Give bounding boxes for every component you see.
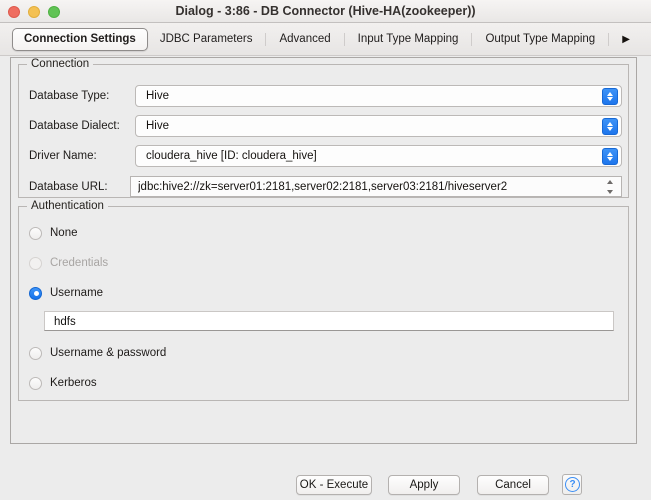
database-dialect-label: Database Dialect: bbox=[29, 120, 120, 132]
radio-button[interactable] bbox=[29, 376, 42, 390]
database-dialect-combobox[interactable]: Hive bbox=[135, 115, 622, 137]
chevron-updown-icon[interactable] bbox=[602, 88, 618, 105]
username-input[interactable]: hdfs bbox=[44, 311, 614, 331]
authentication-group: Authentication None Credentials Username… bbox=[18, 200, 629, 401]
radio-button[interactable] bbox=[29, 346, 42, 360]
tab-jdbc-parameters[interactable]: JDBC Parameters bbox=[148, 28, 265, 51]
radio-label: Credentials bbox=[50, 257, 109, 269]
radio-option-username[interactable]: Username bbox=[29, 283, 103, 303]
dialog-window: Dialog - 3:86 - DB Connector (Hive-HA(zo… bbox=[0, 0, 651, 500]
database-url-input[interactable]: jdbc:hive2://zk=server01:2181,server02:2… bbox=[130, 176, 622, 197]
field-driver-name: Driver Name: cloudera_hive [ID: cloudera… bbox=[19, 145, 628, 167]
window-title: Dialog - 3:86 - DB Connector (Hive-HA(zo… bbox=[175, 4, 476, 18]
database-type-value: Hive bbox=[146, 90, 170, 102]
radio-button[interactable] bbox=[29, 226, 42, 240]
authentication-group-title: Authentication bbox=[27, 200, 108, 212]
driver-name-label: Driver Name: bbox=[29, 150, 97, 162]
radio-label: Kerberos bbox=[50, 377, 97, 389]
tab-advanced[interactable]: Advanced bbox=[267, 28, 342, 51]
radio-option-username-password[interactable]: Username & password bbox=[29, 343, 166, 363]
chevron-right-icon[interactable]: ▶ bbox=[614, 28, 638, 51]
database-url-label: Database URL: bbox=[29, 181, 108, 193]
driver-name-combobox[interactable]: cloudera_hive [ID: cloudera_hive] bbox=[135, 145, 622, 167]
username-value: hdfs bbox=[54, 316, 76, 328]
tab-output-type-mapping[interactable]: Output Type Mapping bbox=[473, 28, 607, 51]
tab-divider bbox=[343, 33, 345, 46]
tab-bar: Connection Settings JDBC Parameters Adva… bbox=[0, 23, 651, 56]
database-dialect-value: Hive bbox=[146, 120, 170, 132]
titlebar: Dialog - 3:86 - DB Connector (Hive-HA(zo… bbox=[0, 0, 651, 23]
radio-label: Username bbox=[50, 287, 104, 299]
driver-name-value: cloudera_hive [ID: cloudera_hive] bbox=[146, 150, 317, 162]
tab-input-type-mapping[interactable]: Input Type Mapping bbox=[346, 28, 471, 51]
database-url-value: jdbc:hive2://zk=server01:2181,server02:2… bbox=[138, 181, 508, 193]
radio-label: None bbox=[50, 227, 78, 239]
apply-button[interactable]: Apply bbox=[388, 475, 460, 495]
chevron-updown-icon[interactable] bbox=[602, 118, 618, 135]
radio-option-credentials: Credentials bbox=[29, 253, 108, 273]
database-type-combobox[interactable]: Hive bbox=[135, 85, 622, 107]
chevron-updown-icon[interactable] bbox=[602, 148, 618, 165]
tab-content-panel: Connection Database Type: Hive Database … bbox=[10, 57, 637, 444]
database-type-label: Database Type: bbox=[29, 90, 110, 102]
radio-label: Username & password bbox=[50, 347, 167, 359]
radio-option-none[interactable]: None bbox=[29, 223, 78, 243]
cancel-button[interactable]: Cancel bbox=[477, 475, 549, 495]
connection-group: Connection Database Type: Hive Database … bbox=[18, 58, 629, 198]
help-circle-icon: ? bbox=[565, 477, 580, 492]
tab-divider bbox=[265, 33, 267, 46]
connection-group-title: Connection bbox=[27, 58, 94, 70]
field-database-url: Database URL: jdbc:hive2://zk=server01:2… bbox=[19, 176, 628, 198]
chevron-updown-icon[interactable] bbox=[603, 179, 617, 195]
radio-option-kerberos[interactable]: Kerberos bbox=[29, 373, 97, 393]
help-button[interactable]: ? bbox=[562, 474, 582, 495]
ok-execute-button[interactable]: OK - Execute bbox=[296, 475, 372, 495]
tab-divider bbox=[471, 33, 473, 46]
radio-button bbox=[29, 256, 42, 270]
radio-button[interactable] bbox=[29, 286, 42, 300]
field-database-dialect: Database Dialect: Hive bbox=[19, 115, 628, 137]
field-database-type: Database Type: Hive bbox=[19, 85, 628, 107]
tab-divider bbox=[608, 33, 610, 46]
tab-connection-settings[interactable]: Connection Settings bbox=[12, 28, 148, 51]
